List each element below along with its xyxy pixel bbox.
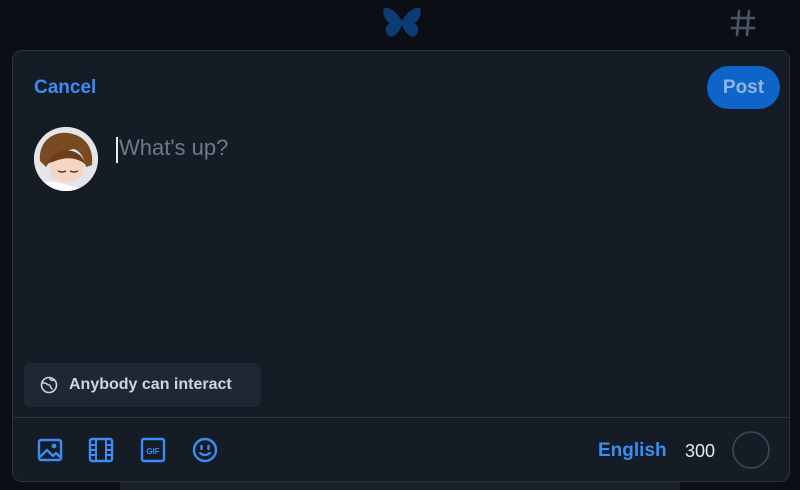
svg-text:GIF: GIF: [146, 447, 159, 456]
interaction-settings-button[interactable]: Anybody can interact: [24, 363, 261, 407]
hashtag-icon[interactable]: [730, 8, 756, 38]
emoji-icon[interactable]: [191, 436, 219, 464]
top-bar: [0, 0, 800, 48]
globe-icon: [40, 376, 58, 394]
compose-post-dialog: Cancel Post What's up? Anybody can inter…: [12, 50, 790, 482]
interaction-settings-label: Anybody can interact: [69, 376, 232, 393]
gif-icon[interactable]: GIF: [139, 436, 167, 464]
text-cursor: [116, 137, 118, 163]
video-icon[interactable]: [87, 436, 115, 464]
toolbar-divider: [13, 417, 789, 418]
cancel-button[interactable]: Cancel: [34, 77, 96, 99]
language-selector[interactable]: English: [598, 440, 667, 462]
character-count: 300: [685, 441, 716, 461]
character-progress-ring: [732, 431, 770, 469]
butterfly-logo-icon[interactable]: [382, 6, 422, 40]
post-text-input[interactable]: What's up?: [119, 135, 228, 161]
avatar: [34, 127, 98, 191]
post-button[interactable]: Post: [707, 66, 780, 109]
image-icon[interactable]: [36, 436, 64, 464]
